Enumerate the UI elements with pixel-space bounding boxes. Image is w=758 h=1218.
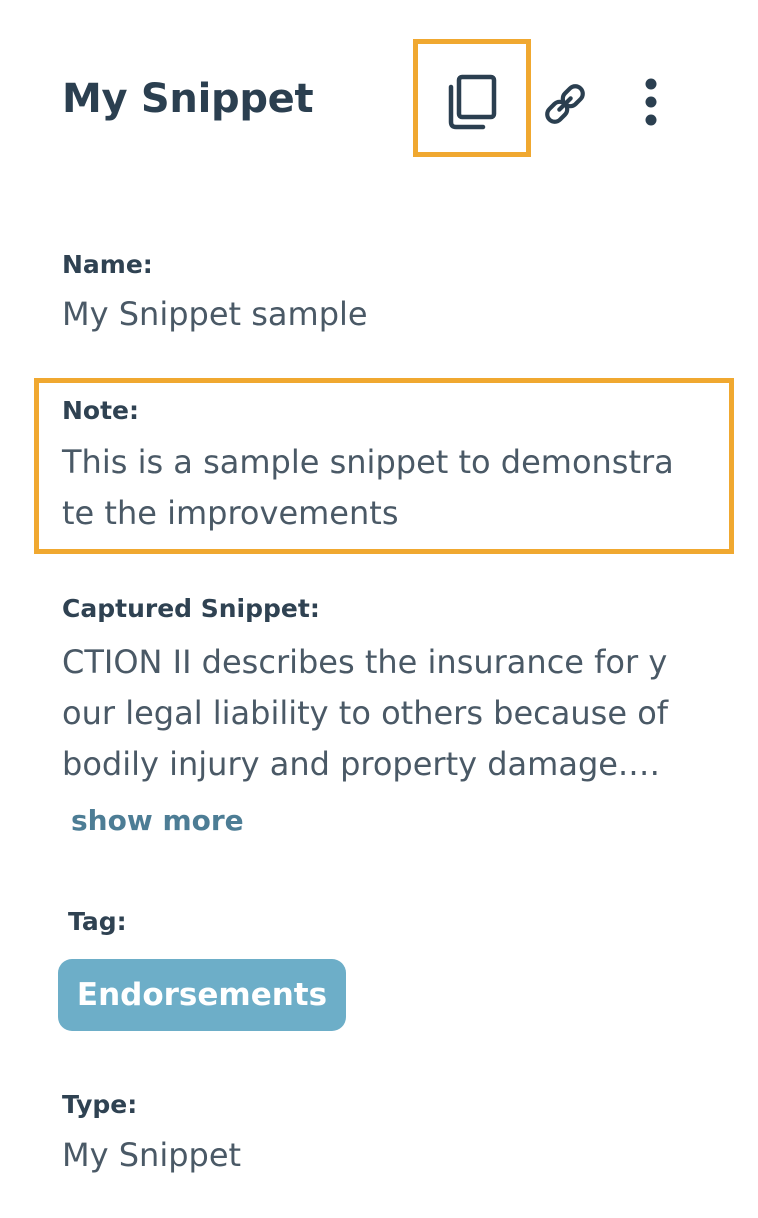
name-value: My Snippet sample xyxy=(62,295,368,333)
show-more-link[interactable]: show more xyxy=(71,804,244,837)
name-label: Name: xyxy=(62,250,153,279)
more-vertical-icon[interactable] xyxy=(636,76,666,128)
captured-snippet-value: CTION II describes the insurance for y o… xyxy=(62,643,669,783)
captured-snippet-label: Captured Snippet: xyxy=(62,594,320,623)
link-icon[interactable] xyxy=(541,80,589,128)
type-label: Type: xyxy=(62,1090,138,1119)
page-title: My Snippet xyxy=(62,76,314,122)
note-label: Note: xyxy=(62,396,140,425)
tag-badge-endorsements[interactable]: Endorsements xyxy=(58,959,346,1031)
copy-icon[interactable] xyxy=(446,74,498,130)
note-value: This is a sample snippet to demonstra te… xyxy=(62,443,674,532)
tag-label: Tag: xyxy=(68,907,127,936)
type-value: My Snippet xyxy=(62,1136,242,1174)
